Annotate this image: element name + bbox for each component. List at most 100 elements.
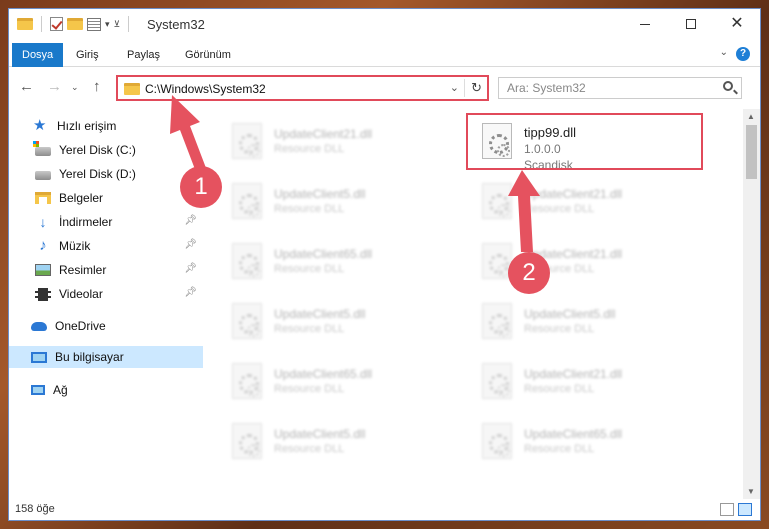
- dll-file-icon: [232, 303, 262, 339]
- search-input[interactable]: Ara: System32: [498, 77, 742, 99]
- file-type: Resource DLL: [274, 143, 345, 155]
- file-type: Resource DLL: [274, 383, 345, 395]
- music-note-icon: ♪: [39, 237, 47, 254]
- address-path[interactable]: C:\Windows\System32: [145, 82, 266, 96]
- sidebar-item-label: İndirmeler: [59, 215, 113, 229]
- network-icon: [31, 385, 45, 395]
- sidebar-item-this-pc[interactable]: Bu bilgisayar: [9, 346, 203, 368]
- vertical-scrollbar[interactable]: ▲ ▼: [743, 109, 760, 499]
- file-name: UpdateClient65.dll: [274, 247, 373, 261]
- list-item[interactable]: UpdateClient5.dll Resource DLL: [212, 415, 452, 471]
- file-name: UpdateClient5.dll: [524, 307, 616, 321]
- properties-check-icon[interactable]: [50, 17, 63, 31]
- step-1-badge: 1: [180, 166, 222, 208]
- tab-view[interactable]: Görünüm: [175, 44, 241, 66]
- ribbon-tabs: Dosya Giriş Paylaş Görünüm ⌄ ?: [9, 39, 760, 67]
- back-arrow-icon[interactable]: ←: [19, 78, 34, 95]
- download-arrow-icon: ↓: [39, 214, 47, 230]
- dll-file-icon: [232, 363, 262, 399]
- up-arrow-icon[interactable]: ↑: [93, 78, 101, 95]
- minimize-button[interactable]: [622, 9, 668, 39]
- list-item[interactable]: UpdateClient65.dll Resource DLL: [212, 355, 452, 411]
- list-item[interactable]: UpdateClient21.dll Resource DLL: [212, 115, 452, 171]
- dll-file-icon: [232, 183, 262, 219]
- list-item[interactable]: UpdateClient21.dll Resource DLL: [462, 355, 702, 411]
- tab-share[interactable]: Paylaş: [117, 44, 170, 66]
- computer-icon: [31, 351, 47, 363]
- customize-toolbar-icon[interactable]: ⊻: [114, 19, 121, 30]
- file-type: Resource DLL: [274, 203, 345, 215]
- sidebar-item-music[interactable]: ♪ Müzik 📌︎: [9, 235, 203, 257]
- tab-home[interactable]: Giriş: [66, 44, 109, 66]
- new-folder-icon[interactable]: [67, 18, 83, 30]
- list-item[interactable]: UpdateClient65.dll Resource DLL: [462, 415, 702, 471]
- close-button[interactable]: ✕: [714, 9, 760, 39]
- list-item[interactable]: UpdateClient21.dll Resource DLL: [462, 175, 702, 231]
- scroll-up-icon[interactable]: ▲: [747, 112, 755, 121]
- step-2-badge: 2: [508, 252, 550, 294]
- folder-icon: [124, 83, 140, 95]
- scroll-thumb[interactable]: [746, 125, 757, 179]
- explorer-window: ▾ ⊻ System32 ✕ Dosya Giriş Paylaş Görünü…: [8, 8, 761, 521]
- chevron-down-icon[interactable]: ⌄: [450, 81, 459, 94]
- file-name: UpdateClient5.dll: [274, 307, 366, 321]
- chevron-down-icon[interactable]: ▾: [105, 19, 110, 30]
- tiles-view-icon[interactable]: [738, 503, 752, 516]
- pin-icon[interactable]: 📌︎: [184, 263, 197, 274]
- sidebar-item-disk-d[interactable]: Yerel Disk (D:): [9, 163, 203, 185]
- list-item[interactable]: UpdateClient5.dll Resource DLL: [212, 175, 452, 231]
- file-name: UpdateClient21.dll: [524, 367, 623, 381]
- status-bar: 158 öğe: [9, 500, 760, 520]
- sidebar-item-downloads[interactable]: ↓ İndirmeler 📌︎: [9, 211, 203, 233]
- help-icon[interactable]: ?: [736, 47, 750, 61]
- recent-locations-icon[interactable]: ⌄: [71, 82, 79, 93]
- tab-file[interactable]: Dosya: [12, 43, 64, 67]
- file-name: UpdateClient65.dll: [274, 367, 373, 381]
- item-count: 158 öğe: [15, 503, 55, 515]
- list-item[interactable]: UpdateClient5.dll Resource DLL: [462, 295, 702, 351]
- list-item[interactable]: UpdateClient21.dll Resource DLL: [462, 235, 702, 291]
- sidebar-item-label: Yerel Disk (D:): [59, 167, 136, 181]
- sidebar-item-disk-c[interactable]: Yerel Disk (C:): [9, 139, 203, 161]
- properties-icon[interactable]: [87, 17, 101, 31]
- sidebar-item-label: Bu bilgisayar: [55, 350, 124, 364]
- highlight-box-file: [466, 113, 703, 170]
- file-type: Resource DLL: [524, 443, 595, 455]
- maximize-button[interactable]: [668, 9, 714, 39]
- minimize-icon: [640, 23, 650, 25]
- dll-file-icon: [482, 303, 512, 339]
- file-type: Resource DLL: [274, 323, 345, 335]
- details-view-icon[interactable]: [720, 503, 734, 516]
- drive-icon: [33, 141, 51, 156]
- dll-file-icon: [232, 423, 262, 459]
- sidebar-item-pictures[interactable]: Resimler 📌︎: [9, 259, 203, 281]
- sidebar-item-videos[interactable]: Videolar 📌︎: [9, 283, 203, 305]
- sidebar-item-label: Müzik: [59, 239, 91, 253]
- forward-arrow-icon[interactable]: →: [47, 78, 62, 95]
- list-item[interactable]: UpdateClient5.dll Resource DLL: [212, 295, 452, 351]
- expand-ribbon-icon[interactable]: ⌄: [720, 47, 728, 58]
- scroll-down-icon[interactable]: ▼: [747, 487, 755, 496]
- sidebar-item-documents[interactable]: Belgeler: [9, 187, 203, 209]
- search-icon[interactable]: [723, 81, 733, 91]
- refresh-icon[interactable]: ↻: [471, 80, 482, 96]
- sidebar-item-network[interactable]: Ağ: [9, 379, 203, 401]
- list-item[interactable]: UpdateClient65.dll Resource DLL: [212, 235, 452, 291]
- file-name: UpdateClient5.dll: [274, 187, 366, 201]
- pin-icon[interactable]: 📌︎: [184, 215, 197, 226]
- pin-icon[interactable]: 📌︎: [184, 239, 197, 250]
- star-icon: ★: [33, 117, 47, 134]
- address-bar[interactable]: C:\Windows\System32 ⌄ ↻: [116, 75, 489, 101]
- close-icon: ✕: [730, 15, 744, 32]
- dll-file-icon: [232, 123, 262, 159]
- file-type: Resource DLL: [274, 443, 345, 455]
- sidebar-item-quick-access[interactable]: ★ Hızlı erişim: [9, 115, 203, 137]
- sidebar-item-onedrive[interactable]: OneDrive: [9, 315, 203, 337]
- pin-icon[interactable]: 📌︎: [184, 287, 197, 298]
- sidebar-item-label: Yerel Disk (C:): [59, 143, 136, 157]
- documents-icon: [35, 192, 51, 205]
- search-placeholder: Ara: System32: [507, 81, 586, 95]
- dll-file-icon: [232, 243, 262, 279]
- file-type: Resource DLL: [524, 203, 595, 215]
- divider: [464, 79, 465, 97]
